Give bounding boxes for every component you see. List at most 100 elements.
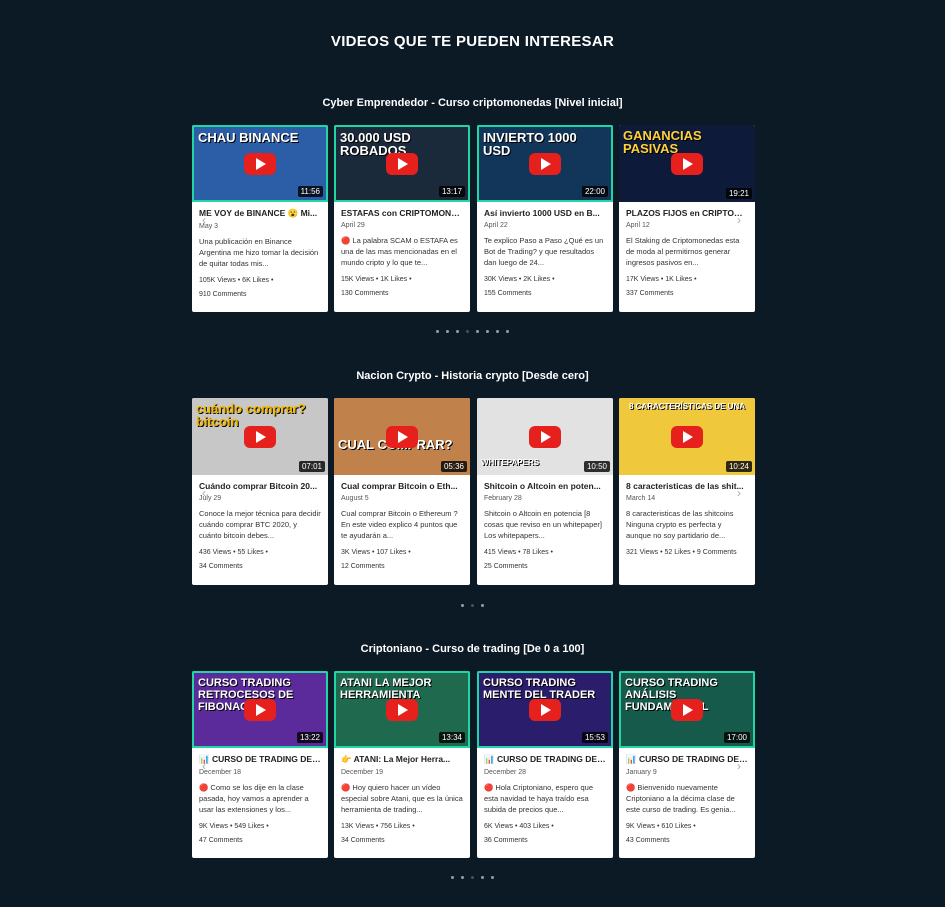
video-card[interactable]: 8 CARACTERÍSTICAS DE UNA 10:24 8 caracte… [619, 398, 755, 585]
video-card[interactable]: cuándo comprar? bitcoin 07:01 Cuándo com… [192, 398, 328, 585]
pagination-dot-active[interactable] [466, 330, 469, 333]
video-thumbnail[interactable]: INVIERTO 1000 USD 22:00 [477, 125, 613, 202]
video-card[interactable]: CURSO TRADING MENTE DEL TRADER 15:53 📊 C… [477, 671, 613, 858]
video-title[interactable]: ME VOY de BINANCE 😮 Mi... [199, 208, 321, 219]
pagination-dot-active[interactable] [471, 876, 474, 879]
video-title[interactable]: Así invierto 1000 USD en B... [484, 208, 606, 218]
pagination-dot[interactable] [481, 604, 484, 607]
video-date: January 9 [626, 769, 657, 776]
play-icon[interactable] [244, 425, 276, 448]
video-duration: 10:50 [583, 461, 610, 472]
video-thumbnail[interactable]: GANANCIAS PASIVAS 19:21 [619, 125, 755, 202]
video-comments: 155 Comments [484, 290, 532, 297]
video-thumbnail[interactable]: ATANI LA MEJOR HERRAMIENTA 13:34 [334, 671, 470, 748]
video-stats: 415 Views • 78 Likes • [484, 549, 553, 556]
video-title[interactable]: Cual comprar Bitcoin o Eth... [341, 481, 463, 491]
video-comments: 36 Comments [484, 837, 528, 844]
pagination-dot[interactable] [496, 330, 499, 333]
video-thumbnail[interactable]: CURSO TRADING ANÁLISIS FUNDAMENTAL 17:00 [619, 671, 755, 748]
pagination-dot[interactable] [451, 876, 454, 879]
video-title[interactable]: Shitcoin o Altcoin en poten... [484, 481, 606, 491]
video-date: March 14 [626, 495, 656, 502]
thumbnail-text: CURSO TRADING MENTE DEL TRADER [483, 677, 596, 701]
play-icon[interactable] [529, 152, 561, 175]
play-icon[interactable] [386, 425, 418, 448]
play-icon[interactable] [529, 698, 561, 721]
play-icon[interactable] [671, 152, 703, 175]
video-thumbnail[interactable]: 30.000 USD ROBADOS 13:17 [334, 125, 470, 202]
play-icon[interactable] [244, 698, 276, 721]
video-stats: 9K Views • 549 Likes • [199, 823, 269, 830]
play-icon[interactable] [244, 152, 276, 175]
video-description: 🔴 Bienvenido nuevamente Criptoniano a la… [626, 783, 736, 814]
pagination-dot[interactable] [491, 876, 494, 879]
video-comments: 130 Comments [341, 290, 389, 297]
pagination-dot[interactable] [476, 330, 479, 333]
video-duration: 11:56 [297, 186, 323, 197]
video-card[interactable]: 30.000 USD ROBADOS 13:17 ESTAFAS con CRI… [334, 125, 470, 312]
pagination-dot[interactable] [486, 330, 489, 333]
video-thumbnail[interactable]: CURSO TRADING MENTE DEL TRADER 15:53 [477, 671, 613, 748]
play-icon[interactable] [386, 152, 418, 175]
video-title[interactable]: 📊 CURSO DE TRADING DE ... [484, 754, 606, 765]
video-stats: 321 Views • 52 Likes • 9 Comments [626, 549, 737, 556]
video-description: 🔴 La palabra SCAM o ESTAFA es una de las… [341, 236, 458, 267]
video-card[interactable]: ATANI LA MEJOR HERRAMIENTA 13:34 👉 ATANI… [334, 671, 470, 858]
video-title[interactable]: 👉 ATANI: La Mejor Herra... [341, 754, 463, 765]
video-stats: 13K Views • 756 Likes • [341, 823, 415, 830]
video-date: February 28 [484, 495, 522, 502]
video-duration: 19:21 [725, 188, 752, 199]
video-date: December 18 [199, 769, 242, 776]
video-stats: 15K Views • 1K Likes • [341, 276, 412, 283]
video-thumbnail[interactable]: 8 CARACTERÍSTICAS DE UNA 10:24 [619, 398, 755, 475]
carousel-next-icon[interactable]: › [737, 759, 741, 773]
video-thumbnail[interactable]: WHITEPAPERS 10:50 [477, 398, 613, 475]
video-card[interactable]: CUAL COMPRAR? 05:36 Cual comprar Bitcoin… [334, 398, 470, 585]
video-thumbnail[interactable]: CHAU BINANCE 11:56 [192, 125, 328, 202]
video-thumbnail[interactable]: CUAL COMPRAR? 05:36 [334, 398, 470, 475]
video-comments: 34 Comments [199, 563, 243, 570]
video-date: April 12 [626, 222, 650, 229]
play-icon[interactable] [529, 425, 561, 448]
video-title[interactable]: Cuándo comprar Bitcoin 20... [199, 481, 321, 491]
video-title[interactable]: 8 caracteristicas de las shit... [626, 481, 748, 491]
video-card[interactable]: INVIERTO 1000 USD 22:00 Así invierto 100… [477, 125, 613, 312]
pagination-dot[interactable] [456, 330, 459, 333]
video-date: August 5 [341, 495, 369, 502]
carousel-pagination [0, 594, 945, 612]
pagination-dot[interactable] [446, 330, 449, 333]
carousel-prev-icon[interactable]: ‹ [202, 213, 206, 227]
thumbnail-text: 8 CARACTERÍSTICAS DE UNA [628, 402, 745, 411]
video-duration: 15:53 [581, 732, 608, 743]
pagination-dot[interactable] [461, 876, 464, 879]
carousel-pagination [0, 320, 945, 338]
video-duration: 05:36 [440, 461, 467, 472]
pagination-dot[interactable] [461, 604, 464, 607]
video-thumbnail[interactable]: cuándo comprar? bitcoin 07:01 [192, 398, 328, 475]
video-thumbnail[interactable]: CURSO TRADING RETROCESOS DE FIBONACCI 13… [192, 671, 328, 748]
video-title[interactable]: 📊 CURSO DE TRADING DE ... [626, 754, 748, 765]
carousel-next-icon[interactable]: › [737, 486, 741, 500]
video-title[interactable]: PLAZOS FIJOS en CRIPTOM... [626, 208, 748, 218]
play-icon[interactable] [671, 425, 703, 448]
pagination-dot[interactable] [506, 330, 509, 333]
video-date: May 3 [199, 223, 219, 230]
video-comments: 337 Comments [626, 290, 674, 297]
video-card[interactable]: GANANCIAS PASIVAS 19:21 PLAZOS FIJOS en … [619, 125, 755, 312]
video-duration: 22:00 [581, 186, 608, 197]
video-card[interactable]: CHAU BINANCE 11:56 ME VOY de BINANCE 😮 M… [192, 125, 328, 312]
pagination-dot-active[interactable] [471, 604, 474, 607]
carousel-next-icon[interactable]: › [737, 213, 741, 227]
video-title[interactable]: 📊 CURSO DE TRADING DE ... [199, 754, 321, 765]
pagination-dot[interactable] [481, 876, 484, 879]
video-stats: 3K Views • 107 Likes • [341, 549, 411, 556]
play-icon[interactable] [671, 698, 703, 721]
video-card[interactable]: CURSO TRADING ANÁLISIS FUNDAMENTAL 17:00… [619, 671, 755, 858]
video-card[interactable]: WHITEPAPERS 10:50 Shitcoin o Altcoin en … [477, 398, 613, 585]
play-icon[interactable] [386, 698, 418, 721]
video-title[interactable]: ESTAFAS con CRIPTOMONE... [341, 208, 463, 218]
pagination-dot[interactable] [436, 330, 439, 333]
video-card[interactable]: CURSO TRADING RETROCESOS DE FIBONACCI 13… [192, 671, 328, 858]
carousel-prev-icon[interactable]: ‹ [202, 486, 206, 500]
carousel-prev-icon[interactable]: ‹ [202, 759, 206, 773]
